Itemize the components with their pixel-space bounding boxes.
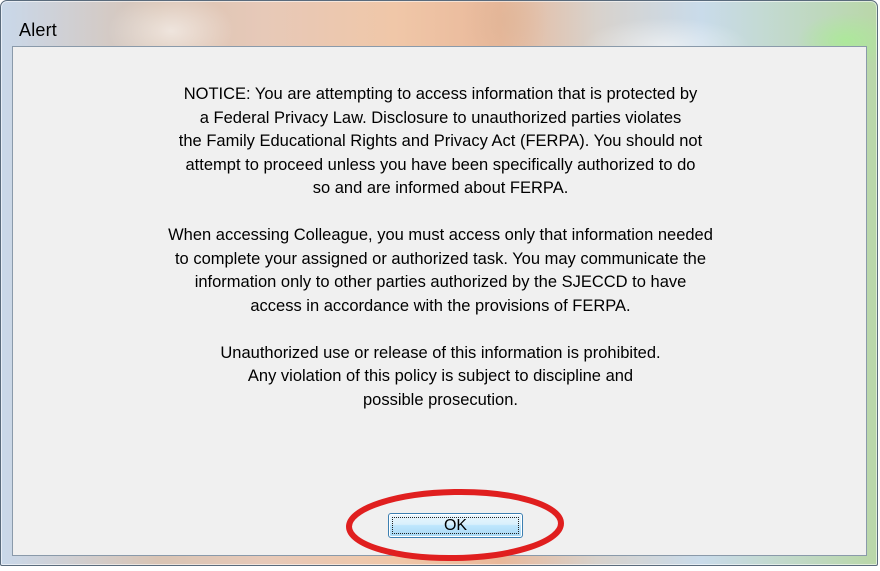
- ok-button[interactable]: OK: [388, 513, 523, 538]
- notice-paragraph-access: When accessing Colleague, you must acces…: [168, 226, 713, 315]
- alert-window: Alert NOTICE: You are attempting to acce…: [0, 0, 878, 566]
- window-title: Alert: [19, 20, 58, 40]
- notice-paragraph-prohibited: Unauthorized use or release of this info…: [220, 343, 661, 409]
- notice-text: NOTICE: You are attempting to access inf…: [13, 83, 868, 436]
- ok-button-label: OK: [443, 516, 468, 534]
- dialog-body: NOTICE: You are attempting to access inf…: [12, 46, 867, 556]
- notice-paragraph-privacy: NOTICE: You are attempting to access inf…: [178, 85, 703, 197]
